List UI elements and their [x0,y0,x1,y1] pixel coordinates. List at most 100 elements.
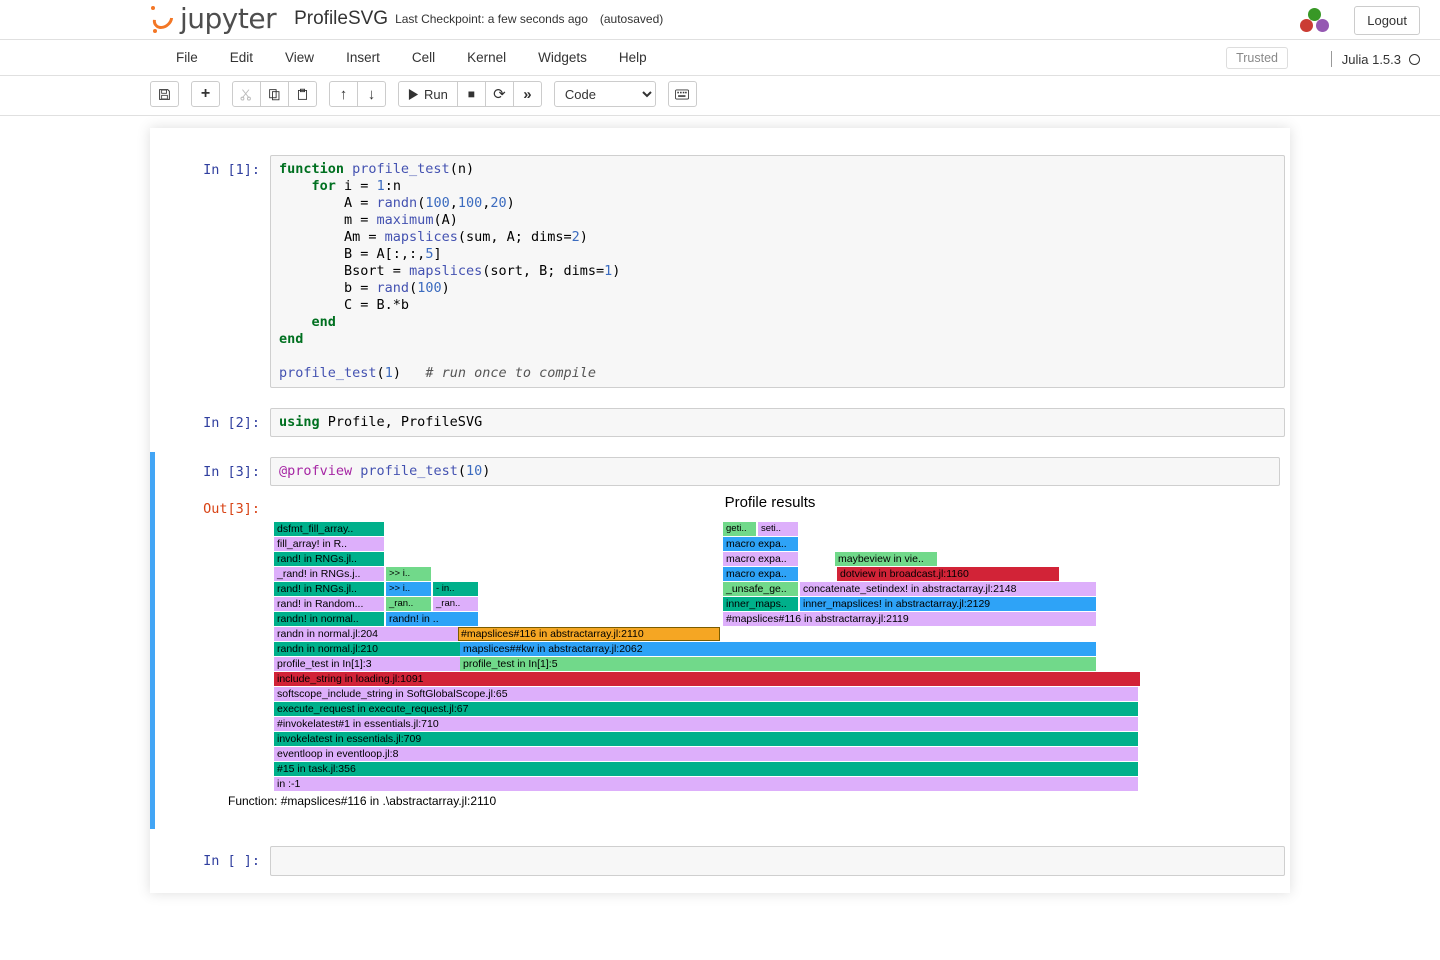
paste-cell-button[interactable] [288,81,317,107]
trusted-badge[interactable]: Trusted [1226,47,1288,69]
flamegraph-bar[interactable]: macro expa.. [723,552,798,566]
flamegraph-bar[interactable]: randn in normal.jl:210 [274,642,478,656]
flamegraph-bar[interactable]: #mapslices#116 in abstractarray.jl:2119 [723,612,1096,626]
flamegraph-bar[interactable]: randn in normal.jl:204 [274,627,478,641]
move-cell-down-button[interactable]: ↓ [357,81,386,107]
cell-2-prompt: In [2]: [203,415,260,431]
menu-view[interactable]: View [269,40,330,76]
code-cell-1[interactable]: In [1]: function profile_test(n) for i =… [150,150,1290,393]
keyboard-icon [675,88,690,100]
code-line: profile_test(1) # run once to compile [279,365,1276,382]
menu-file[interactable]: File [160,40,214,76]
flamegraph-bar[interactable]: dotview in broadcast.jl:1160 [837,567,1059,581]
notebook-name[interactable]: ProfileSVG [294,8,388,30]
notebook-header: jupyter ProfileSVG Last Checkpoint: a fe… [0,0,1440,40]
flamegraph-bar[interactable]: #mapslices#116 in abstractarray.jl:2110 [458,627,720,641]
flamegraph-bar[interactable]: rand! in RNGs.jl.. [274,552,384,566]
code-line: end [279,314,1276,331]
menubar: File Edit View Insert Cell Kernel Widget… [0,40,1440,76]
cell-3-input[interactable]: @profview profile_test(10) [270,457,1280,486]
move-cell-up-button[interactable]: ↑ [329,81,358,107]
menu-edit[interactable]: Edit [214,40,269,76]
save-button[interactable] [150,81,179,107]
flamegraph-bar[interactable]: maybeview in vie.. [835,552,937,566]
code-token: = [360,195,377,211]
restart-run-all-button[interactable]: » [512,81,542,107]
code-token: Profile, ProfileSVG [319,414,483,430]
flamegraph-bar[interactable]: rand! in RNGs.jl.. [274,582,384,596]
flamegraph-bar[interactable]: _ran.. [433,597,478,611]
restart-kernel-button[interactable]: ⟳ [484,81,514,107]
flamegraph-bar[interactable]: #invokelatest#1 in essentials.jl:710 [274,717,1138,731]
code-token: B [279,246,361,262]
menu-cell[interactable]: Cell [396,40,451,76]
flamegraph-bar[interactable]: macro expa.. [723,537,798,551]
menu-help[interactable]: Help [603,40,663,76]
flamegraph-bar[interactable]: >> i.. [386,582,431,596]
flamegraph-bar[interactable]: geti.. [723,522,756,536]
flamegraph-bar[interactable]: profile_test in In[1]:3 [274,657,478,671]
interrupt-kernel-button[interactable]: ■ [456,81,486,107]
code-line: using Profile, ProfileSVG [279,414,1276,431]
code-token: , [449,195,458,211]
code-token: using [279,414,320,430]
code-token: profile_test [279,365,377,381]
code-cell-3[interactable]: In [3]: @profview profile_test(10) Out[3… [150,452,1290,829]
flamegraph-bar[interactable]: include_string in loading.jl:1091 [274,672,1140,686]
cell-2-input[interactable]: using Profile, ProfileSVG [270,408,1285,437]
flamegraph-title: Profile results [724,494,816,511]
flamegraph-bar[interactable]: in :-1 [274,777,1138,791]
flamegraph-bar[interactable]: inner_mapslices! in abstractarray.jl:212… [800,597,1096,611]
cell-3-output-prompt: Out[3]: [203,501,260,517]
code-cell-2[interactable]: In [2]: using Profile, ProfileSVG [150,403,1290,442]
flamegraph-bar[interactable]: seti.. [758,522,798,536]
flamegraph-bar[interactable]: macro expa.. [723,567,798,581]
command-palette-button[interactable] [667,81,697,107]
run-button[interactable]: Run [398,81,458,107]
flamegraph-bar[interactable]: execute_request in execute_request.jl:67 [274,702,1138,716]
flamegraph-bar[interactable]: randn! in .. [386,612,478,626]
copy-cell-button[interactable] [260,81,289,107]
flamegraph-bar[interactable]: _ran.. [386,597,431,611]
code-cell-empty[interactable]: In [ ]: [150,841,1290,881]
flamegraph-bar[interactable]: rand! in Random... [274,597,384,611]
code-token: 2 [571,229,580,245]
flamegraph-bar[interactable]: _unsafe_ge.. [723,582,798,596]
code-token: ( [457,463,466,479]
empty-cell-input[interactable] [270,846,1285,876]
flamegraph-bar[interactable]: dsfmt_fill_array.. [274,522,384,536]
flamegraph-bar[interactable]: inner_maps.. [723,597,798,611]
code-token: 100 [425,195,450,211]
code-token: C [279,297,361,313]
code-line: @profview profile_test(10) [279,463,1271,480]
cut-cell-button[interactable] [232,81,261,107]
logout-button[interactable]: Logout [1354,6,1420,35]
code-line: Bsort = mapslices(sort, B; dims=1) [279,263,1276,280]
flamegraph-bar[interactable]: _rand! in RNGs.j.. [274,567,384,581]
flamegraph-bar[interactable]: eventloop in eventloop.jl:8 [274,747,1138,761]
flamegraph-bar[interactable]: invokelatest in essentials.jl:709 [274,732,1138,746]
flamegraph-bar[interactable]: profile_test in In[1]:5 [460,657,1096,671]
flamegraph-bar[interactable]: >> i.. [386,567,431,581]
flamegraph-bar[interactable]: mapslices##kw in abstractarray.jl:2062 [460,642,1096,656]
menu-widgets[interactable]: Widgets [522,40,603,76]
kernel-indicator[interactable]: Julia 1.5.3 [1330,51,1420,67]
code-token: 100 [457,195,483,211]
toolbar-group-file [150,81,179,107]
cell-type-select[interactable]: Code [553,81,656,107]
code-token: maximum [376,212,434,228]
flamegraph-bar[interactable]: - in.. [433,582,478,596]
flamegraph-bar[interactable]: #15 in task.jl:356 [274,762,1138,776]
code-line: function profile_test(n) [279,161,1276,178]
flamegraph-bar[interactable]: softscope_include_string in SoftGlobalSc… [274,687,1138,701]
jupyter-logo-area[interactable]: jupyter ProfileSVG Last Checkpoint: a fe… [148,2,663,35]
code-line: C = B.*b [279,297,1276,314]
paste-icon [297,88,308,100]
flamegraph-bar[interactable]: randn! in normal.. [274,612,384,626]
flamegraph-bar[interactable]: concatenate_setindex! in abstractarray.j… [800,582,1096,596]
flamegraph-bar[interactable]: fill_array! in R.. [274,537,384,551]
menu-insert[interactable]: Insert [330,40,396,76]
menu-kernel[interactable]: Kernel [451,40,522,76]
cell-1-input[interactable]: function profile_test(n) for i = 1:n A =… [270,155,1285,388]
insert-cell-button[interactable]: + [191,81,220,107]
